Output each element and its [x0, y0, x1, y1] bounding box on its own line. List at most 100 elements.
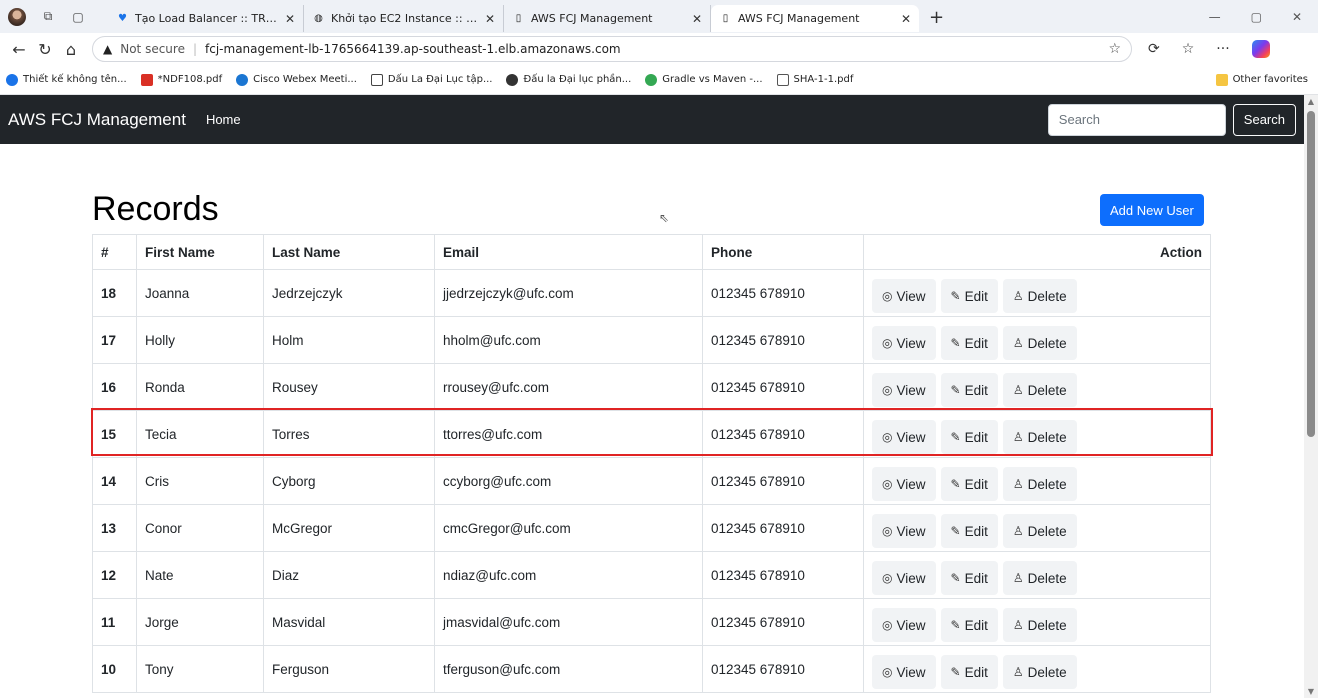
browser-tab-3[interactable]: ▯ AWS FCJ Management ✕	[504, 5, 711, 32]
scroll-up-icon[interactable]: ▲	[1304, 97, 1318, 106]
delete-button[interactable]: ♙ Delete	[1002, 373, 1077, 407]
edit-button[interactable]: ✎ Edit	[940, 420, 998, 454]
page-scrollbar[interactable]: ▲ ▼	[1304, 95, 1318, 698]
scrollbar-thumb[interactable]	[1307, 111, 1315, 437]
edit-button[interactable]: ✎ Edit	[940, 608, 998, 642]
minimize-icon[interactable]: —	[1209, 10, 1221, 24]
bookmark-item[interactable]: *NDF108.pdf	[140, 73, 222, 86]
delete-button[interactable]: ♙ Delete	[1002, 514, 1077, 548]
cell-actions: ◎ View ✎ Edit ♙ Delete	[863, 410, 1211, 458]
bookmark-item[interactable]: Cisco Webex Meeti...	[236, 73, 357, 86]
browser-tab-2[interactable]: ◍ Khởi tạo EC2 Instance :: AWS Syst ✕	[304, 5, 504, 32]
edit-button[interactable]: ✎ Edit	[940, 326, 998, 360]
add-new-user-button[interactable]: Add New User	[1100, 194, 1204, 226]
tab-actions-icon[interactable]: ▢	[70, 9, 86, 25]
pencil-icon: ✎	[950, 383, 961, 397]
search-input[interactable]	[1047, 103, 1226, 136]
edit-label: Edit	[964, 523, 988, 539]
view-button[interactable]: ◎ View	[872, 279, 936, 313]
delete-button[interactable]: ♙ Delete	[1002, 279, 1077, 313]
eye-icon: ◎	[882, 430, 893, 444]
cell-first-name: Holly	[136, 316, 264, 364]
address-bar-row: ← ↻ ⌂ ▲ Not secure | fcj-management-lb-1…	[0, 33, 1318, 65]
other-favorites[interactable]: Other favorites	[1215, 73, 1318, 86]
edit-button[interactable]: ✎ Edit	[940, 279, 998, 313]
pencil-icon: ✎	[950, 477, 961, 491]
favorite-star-icon[interactable]: ☆	[1108, 41, 1121, 57]
back-icon[interactable]: ←	[6, 40, 32, 59]
close-window-icon[interactable]: ✕	[1292, 10, 1302, 24]
address-input[interactable]: ▲ Not secure | fcj-management-lb-1765664…	[92, 36, 1132, 62]
view-button[interactable]: ◎ View	[872, 514, 936, 548]
security-status[interactable]: Not secure	[120, 42, 185, 56]
new-tab-icon[interactable]: +	[919, 7, 954, 28]
table-row: 13 Conor McGregor cmcGregor@ufc.com 012345 6…	[92, 504, 1211, 552]
bookmark-item[interactable]: Gradle vs Maven -...	[645, 73, 763, 86]
cell-actions: ◎ View ✎ Edit ♙ Delete	[863, 363, 1211, 411]
delete-button[interactable]: ♙ Delete	[1002, 326, 1077, 360]
more-icon[interactable]: ···	[1216, 41, 1229, 57]
delete-button[interactable]: ♙ Delete	[1002, 655, 1077, 689]
cell-last-name: Rousey	[263, 363, 435, 411]
view-button[interactable]: ◎ View	[872, 420, 936, 454]
page-title: Records	[92, 190, 219, 228]
bookmark-item[interactable]: SHA-1-1.pdf	[776, 73, 853, 86]
restore-icon[interactable]: ▢	[1251, 10, 1262, 24]
cell-actions: ◎ View ✎ Edit ♙ Delete	[863, 457, 1211, 505]
view-button[interactable]: ◎ View	[872, 326, 936, 360]
brand-link[interactable]: AWS FCJ Management	[8, 110, 186, 130]
search-button[interactable]: Search	[1232, 103, 1296, 136]
eye-icon: ◎	[882, 336, 893, 350]
cell-id: 14	[92, 457, 137, 505]
toolbar-right: ⟳ ☆ ···	[1132, 40, 1270, 58]
view-button[interactable]: ◎ View	[872, 561, 936, 595]
view-label: View	[896, 429, 926, 445]
delete-button[interactable]: ♙ Delete	[1002, 420, 1077, 454]
home-icon[interactable]: ⌂	[58, 40, 84, 59]
url-text[interactable]: fcj-management-lb-1765664139.ap-southeas…	[205, 42, 1100, 56]
close-icon[interactable]: ✕	[692, 12, 702, 26]
copilot-icon[interactable]	[1251, 40, 1270, 58]
bookmark-item[interactable]: Thiết kế không tên...	[6, 73, 127, 86]
action-group: ◎ View ✎ Edit ♙ Delete	[872, 320, 1077, 360]
person-x-icon: ♙	[1012, 571, 1024, 585]
edit-button[interactable]: ✎ Edit	[940, 514, 998, 548]
view-button[interactable]: ◎ View	[872, 655, 936, 689]
nav-home-link[interactable]: Home	[206, 112, 241, 127]
close-icon[interactable]: ✕	[485, 12, 495, 26]
view-button[interactable]: ◎ View	[872, 373, 936, 407]
browser-tab-1[interactable]: ♥ Tạo Load Balancer :: TRIỂN KHAI Ứ ✕	[108, 5, 304, 32]
cell-last-name: McGregor	[263, 504, 435, 552]
scroll-down-icon[interactable]: ▼	[1304, 687, 1318, 696]
edit-button[interactable]: ✎ Edit	[940, 467, 998, 501]
workspaces-icon[interactable]: ⧉	[40, 9, 56, 25]
edit-button[interactable]: ✎ Edit	[940, 561, 998, 595]
favorites-icon[interactable]: ☆	[1182, 41, 1195, 57]
mouse-cursor-icon: ⇖	[659, 211, 670, 225]
view-button[interactable]: ◎ View	[872, 608, 936, 642]
delete-button[interactable]: ♙ Delete	[1002, 608, 1077, 642]
extensions-icon[interactable]: ⟳	[1148, 41, 1160, 57]
refresh-icon[interactable]: ↻	[32, 40, 58, 59]
eye-icon: ◎	[882, 383, 893, 397]
edit-label: Edit	[964, 335, 988, 351]
bookmark-item[interactable]: Dấu La Đại Lục tập...	[370, 73, 492, 86]
person-x-icon: ♙	[1012, 618, 1024, 632]
delete-button[interactable]: ♙ Delete	[1002, 467, 1077, 501]
view-button[interactable]: ◎ View	[872, 467, 936, 501]
action-group: ◎ View ✎ Edit ♙ Delete	[872, 602, 1077, 642]
bookmark-item[interactable]: Đấu la Đại lục phần...	[506, 73, 631, 86]
browser-tab-4-active[interactable]: ▯ AWS FCJ Management ✕	[711, 5, 919, 32]
cell-first-name: Conor	[136, 504, 264, 552]
close-icon[interactable]: ✕	[901, 12, 911, 26]
view-label: View	[896, 476, 926, 492]
edit-button[interactable]: ✎ Edit	[940, 373, 998, 407]
close-icon[interactable]: ✕	[285, 12, 295, 26]
edit-button[interactable]: ✎ Edit	[940, 655, 998, 689]
delete-button[interactable]: ♙ Delete	[1002, 561, 1077, 595]
view-label: View	[896, 335, 926, 351]
bookmark-label: Cisco Webex Meeti...	[253, 74, 357, 85]
window-controls: — ▢ ✕	[1209, 10, 1318, 24]
delete-label: Delete	[1027, 664, 1067, 680]
profile-avatar[interactable]	[8, 7, 26, 26]
